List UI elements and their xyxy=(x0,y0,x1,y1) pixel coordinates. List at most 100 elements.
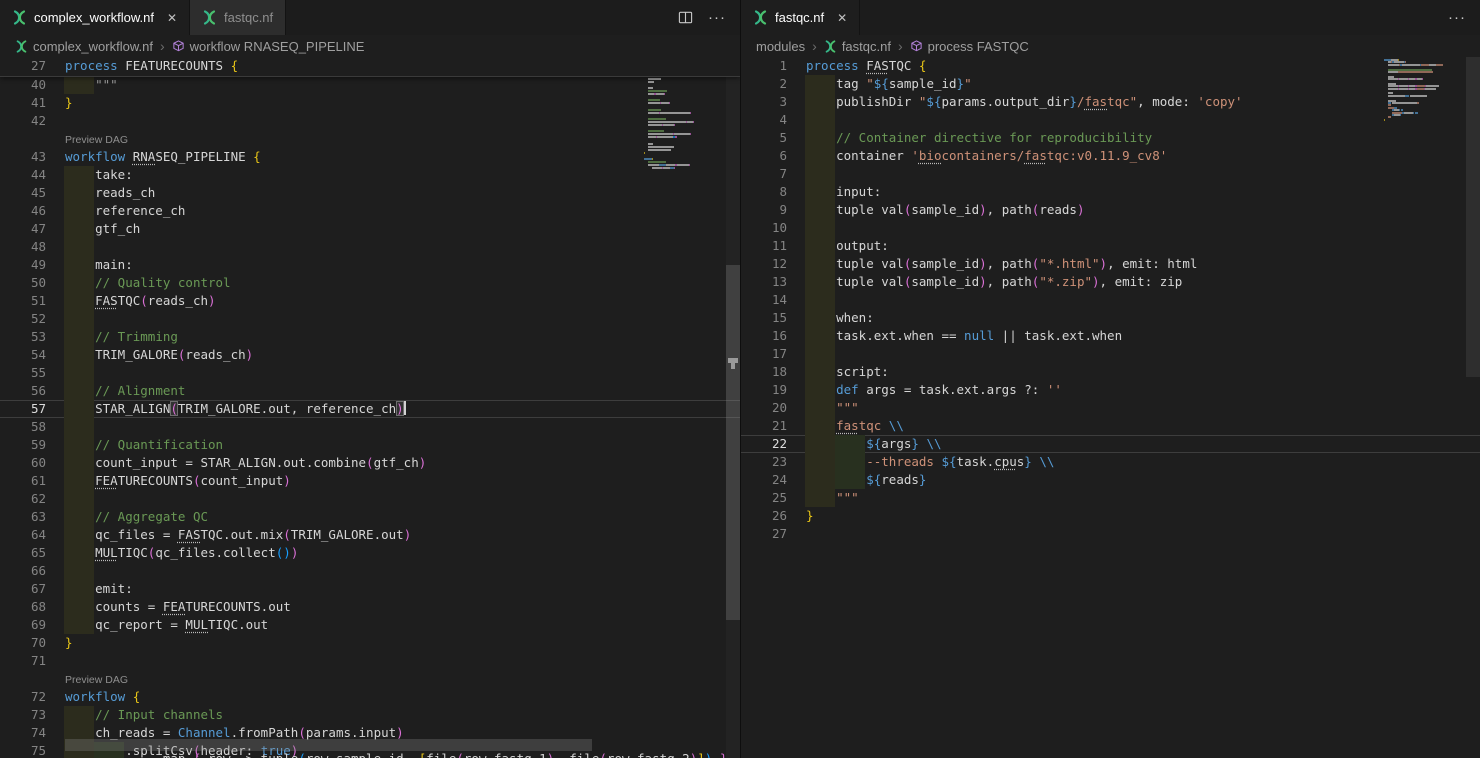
editor-tab[interactable]: fastqc.nf xyxy=(190,0,286,35)
code-line[interactable]: 73 // Input channels xyxy=(0,706,740,724)
code-line[interactable]: 72workflow { xyxy=(0,688,740,706)
line-number[interactable]: 41 xyxy=(0,94,46,112)
code-line[interactable]: 67 emit: xyxy=(0,580,740,598)
code-line[interactable]: 27process FEATURECOUNTS { xyxy=(0,57,740,75)
code-line[interactable]: 3 publishDir "${params.output_dir}/fastq… xyxy=(741,93,1480,111)
code-line[interactable]: 14 xyxy=(741,291,1480,309)
line-number[interactable]: 20 xyxy=(741,399,787,417)
more-actions-icon[interactable]: ··· xyxy=(708,9,726,26)
line-number[interactable]: 21 xyxy=(741,417,787,435)
line-number[interactable]: 16 xyxy=(741,327,787,345)
code-line[interactable]: 52 xyxy=(0,310,740,328)
code-line[interactable]: 69 qc_report = MULTIQC.out xyxy=(0,616,740,634)
tab-close-icon[interactable]: ✕ xyxy=(837,12,847,24)
code-line[interactable]: 21 fastqc \\ xyxy=(741,417,1480,435)
code-line[interactable]: .map { row -> tuple(row.sample_id, [file… xyxy=(65,750,727,758)
line-number[interactable]: 54 xyxy=(0,346,46,364)
line-number[interactable]: 11 xyxy=(741,237,787,255)
code-line[interactable]: 56 // Alignment xyxy=(0,382,740,400)
code-line[interactable]: 61 FEATURECOUNTS(count_input) xyxy=(0,472,740,490)
code-line[interactable]: 49 main: xyxy=(0,256,740,274)
code-line[interactable]: 15 when: xyxy=(741,309,1480,327)
code-line[interactable]: 48 xyxy=(0,238,740,256)
code-line[interactable]: 1process FASTQC { xyxy=(741,57,1480,75)
more-actions-icon[interactable]: ··· xyxy=(1448,9,1466,26)
code-line[interactable]: 51 FASTQC(reads_ch) xyxy=(0,292,740,310)
breadcrumb-item[interactable]: workflow RNASEQ_PIPELINE xyxy=(172,39,365,54)
line-number[interactable]: 13 xyxy=(741,273,787,291)
line-number[interactable]: 65 xyxy=(0,544,46,562)
line-number[interactable]: 48 xyxy=(0,238,46,256)
code-line[interactable]: 40 """ xyxy=(0,76,740,94)
line-number[interactable]: 24 xyxy=(741,471,787,489)
code-line[interactable]: 24 ${reads} xyxy=(741,471,1480,489)
line-number[interactable]: 67 xyxy=(0,580,46,598)
code-line[interactable]: 50 // Quality control xyxy=(0,274,740,292)
code-editor-left[interactable]: 40 """41}42Preview DAG43workflow RNASEQ_… xyxy=(0,57,740,758)
code-line[interactable]: 63 // Aggregate QC xyxy=(0,508,740,526)
line-number[interactable]: 50 xyxy=(0,274,46,292)
code-line[interactable]: 11 output: xyxy=(741,237,1480,255)
code-line[interactable]: 10 xyxy=(741,219,1480,237)
line-number[interactable]: 56 xyxy=(0,382,46,400)
code-lens-link[interactable]: Preview DAG xyxy=(65,674,128,686)
line-number[interactable]: 43 xyxy=(0,148,46,166)
line-number[interactable]: 46 xyxy=(0,202,46,220)
line-number[interactable]: 14 xyxy=(741,291,787,309)
code-line[interactable]: 12 tuple val(sample_id), path("*.html"),… xyxy=(741,255,1480,273)
code-line[interactable]: 23 --threads ${task.cpus} \\ xyxy=(741,453,1480,471)
code-line[interactable]: 46 reference_ch xyxy=(0,202,740,220)
code-line[interactable]: 60 count_input = STAR_ALIGN.out.combine(… xyxy=(0,454,740,472)
line-number[interactable]: 10 xyxy=(741,219,787,237)
code-line[interactable]: 70} xyxy=(0,634,740,652)
code-line[interactable]: 6 container 'biocontainers/fastqc:v0.11.… xyxy=(741,147,1480,165)
code-line[interactable]: 68 counts = FEATURECOUNTS.out xyxy=(0,598,740,616)
line-number[interactable]: 15 xyxy=(741,309,787,327)
code-line[interactable]: 27 xyxy=(741,525,1480,543)
line-number[interactable]: 61 xyxy=(0,472,46,490)
line-number[interactable]: 12 xyxy=(741,255,787,273)
line-number[interactable]: 75 xyxy=(0,742,46,758)
code-line[interactable]: 5 // Container directive for reproducibi… xyxy=(741,129,1480,147)
line-number[interactable]: 74 xyxy=(0,724,46,742)
line-number[interactable]: 63 xyxy=(0,508,46,526)
line-number[interactable]: 53 xyxy=(0,328,46,346)
line-number[interactable]: 59 xyxy=(0,436,46,454)
code-line[interactable]: 71 xyxy=(0,652,740,670)
code-line[interactable]: 62 xyxy=(0,490,740,508)
code-line[interactable]: 2 tag "${sample_id}" xyxy=(741,75,1480,93)
minimap[interactable] xyxy=(1384,59,1466,124)
code-line[interactable]: 16 task.ext.when == null || task.ext.whe… xyxy=(741,327,1480,345)
code-line[interactable]: 22 ${args} \\ xyxy=(741,435,1480,453)
code-line[interactable]: 17 xyxy=(741,345,1480,363)
code-line[interactable]: 65 MULTIQC(qc_files.collect()) xyxy=(0,544,740,562)
breadcrumb-item[interactable]: modules xyxy=(756,39,805,54)
line-number[interactable]: 7 xyxy=(741,165,787,183)
vertical-scrollbar[interactable] xyxy=(726,265,740,620)
line-number[interactable]: 22 xyxy=(741,435,787,453)
code-editor-right[interactable]: 1process FASTQC {2 tag "${sample_id}"3 p… xyxy=(741,57,1480,758)
line-number[interactable]: 58 xyxy=(0,418,46,436)
breadcrumb-item[interactable]: fastqc.nf xyxy=(824,39,891,54)
tab-close-icon[interactable]: ✕ xyxy=(167,12,177,24)
line-number[interactable]: 68 xyxy=(0,598,46,616)
code-line[interactable]: 54 TRIM_GALORE(reads_ch) xyxy=(0,346,740,364)
code-line[interactable]: 20 """ xyxy=(741,399,1480,417)
line-number[interactable]: 64 xyxy=(0,526,46,544)
code-line[interactable]: 26} xyxy=(741,507,1480,525)
line-number[interactable]: 71 xyxy=(0,652,46,670)
code-lens-link[interactable]: Preview DAG xyxy=(65,134,128,146)
code-line[interactable]: 9 tuple val(sample_id), path(reads) xyxy=(741,201,1480,219)
code-line[interactable]: 19 def args = task.ext.args ?: '' xyxy=(741,381,1480,399)
split-editor-icon[interactable] xyxy=(678,10,693,25)
line-number[interactable]: 2 xyxy=(741,75,787,93)
line-number[interactable]: 19 xyxy=(741,381,787,399)
code-line[interactable]: 8 input: xyxy=(741,183,1480,201)
line-number[interactable]: 9 xyxy=(741,201,787,219)
line-number[interactable]: 62 xyxy=(0,490,46,508)
vertical-scrollbar[interactable] xyxy=(1466,57,1480,377)
line-number[interactable]: 55 xyxy=(0,364,46,382)
code-line[interactable]: 44 take: xyxy=(0,166,740,184)
code-line[interactable]: 59 // Quantification xyxy=(0,436,740,454)
line-number[interactable]: 66 xyxy=(0,562,46,580)
